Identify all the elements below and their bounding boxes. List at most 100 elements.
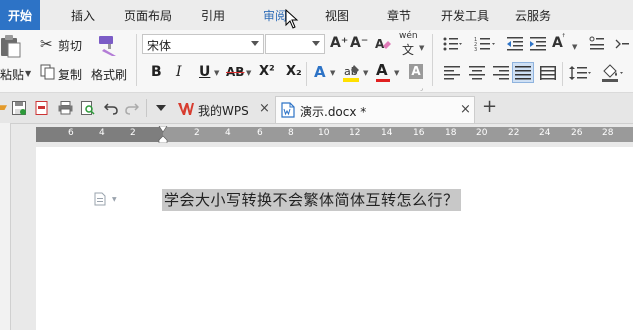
align-left-icon[interactable] — [444, 66, 460, 80]
text-effects-button[interactable]: A — [314, 63, 326, 81]
print-icon[interactable] — [58, 101, 73, 115]
paste-button[interactable] — [0, 34, 22, 58]
svg-text:A: A — [375, 37, 385, 51]
chevron-down-icon[interactable]: ▼ — [394, 69, 399, 77]
font-color-swatch — [376, 79, 390, 82]
scissors-icon[interactable]: ✂ — [40, 35, 53, 53]
align-right-icon[interactable] — [493, 66, 509, 80]
format-painter-icon[interactable] — [96, 34, 120, 58]
tab-section[interactable]: 章节 — [376, 0, 422, 30]
chevron-down-icon[interactable]: ▼ — [214, 69, 219, 77]
tab-insert[interactable]: 插入 — [60, 0, 106, 30]
tab-cloud-services[interactable]: 云服务 — [506, 0, 560, 30]
ruler-label: 4 — [99, 128, 105, 138]
subscript-button[interactable]: X₂ — [286, 64, 302, 79]
document-page[interactable]: ▼ 学会大小写转换不会繁体简体互转怎么行？ — [36, 147, 633, 330]
cut-button[interactable]: 剪切 — [58, 37, 82, 54]
character-shading-button[interactable]: A — [409, 64, 423, 79]
line-spacing-icon[interactable] — [569, 66, 591, 80]
strikethrough-button[interactable]: AB — [226, 65, 244, 79]
toolbar-separator — [146, 99, 147, 117]
close-icon[interactable]: × — [259, 101, 270, 116]
ribbon-separator — [306, 62, 307, 86]
close-icon[interactable]: × — [460, 102, 471, 117]
clipboard-icon — [1, 35, 21, 58]
shrink-font-button[interactable]: A⁻ — [350, 35, 368, 51]
phonetic-guide-button[interactable]: wén — [399, 31, 418, 41]
ruler-label: 18 — [445, 128, 457, 138]
new-tab-button[interactable]: + — [482, 96, 497, 117]
ruler-label: 2 — [194, 128, 200, 138]
paste-label: 粘贴 — [0, 68, 25, 82]
chevron-down-icon[interactable]: ▼ — [419, 44, 424, 52]
vertical-ruler[interactable] — [0, 123, 11, 330]
show-hide-marks-icon[interactable] — [614, 36, 630, 52]
ruler-label: 28 — [602, 128, 614, 138]
selected-text[interactable]: 学会大小写转换不会繁体简体互转怎么行？ — [162, 189, 461, 211]
justify-button[interactable] — [512, 62, 534, 83]
word-document-icon — [281, 102, 295, 118]
chevron-down-icon — [312, 41, 320, 46]
superscript-button[interactable]: X² — [259, 64, 275, 79]
ruler-label: 4 — [225, 128, 231, 138]
chevron-down-icon — [251, 41, 259, 46]
numbering-icon[interactable]: 1 2 3 — [474, 36, 496, 52]
ribbon-toolbar: 粘贴 ▼ ✂ 剪切 复制 格式刷 宋体 A⁺ A⁻ A wén 文 ▼ B I … — [0, 30, 633, 93]
chinese-layout-icon[interactable] — [589, 36, 605, 52]
paint-bucket-icon[interactable] — [600, 63, 624, 83]
tab-my-wps-label: 我的WPS — [198, 104, 249, 118]
tab-document[interactable]: 演示.docx * × — [275, 96, 475, 123]
copy-icon[interactable] — [40, 64, 56, 80]
highlighter-icon[interactable]: ab — [343, 63, 361, 83]
redo-icon[interactable] — [125, 101, 139, 115]
chevron-down-icon[interactable]: ▼ — [363, 69, 368, 77]
indent-marker-icon[interactable] — [158, 126, 168, 143]
print-preview-icon[interactable] — [81, 101, 95, 115]
customize-toolbar-arrow-icon[interactable] — [156, 105, 166, 111]
horizontal-ruler[interactable]: 6 4 2 2 4 6 8 10 12 14 16 18 20 22 24 26… — [36, 126, 633, 143]
bold-button[interactable]: B — [151, 64, 162, 80]
save-icon[interactable] — [12, 101, 26, 115]
ruler-label: 6 — [68, 128, 74, 138]
tab-developer-tools[interactable]: 开发工具 — [432, 0, 498, 30]
tab-references[interactable]: 引用 — [190, 0, 236, 30]
chevron-down-icon[interactable]: ▼ — [330, 69, 335, 77]
chevron-down-icon[interactable]: ▼ — [246, 69, 251, 77]
open-folder-icon[interactable]: ▰ — [0, 101, 7, 115]
font-dialog-launcher-icon[interactable]: ⌟ — [420, 85, 423, 92]
font-name-select[interactable]: 宋体 — [142, 34, 264, 54]
font-color-button[interactable]: A — [376, 61, 388, 79]
decrease-indent-icon[interactable] — [507, 36, 523, 52]
underline-button[interactable]: U — [199, 64, 210, 80]
format-painter-button[interactable]: 格式刷 — [91, 66, 127, 83]
tab-view[interactable]: 视图 — [314, 0, 360, 30]
chevron-down-icon[interactable]: ▼ — [112, 196, 117, 203]
italic-button[interactable]: I — [176, 64, 182, 80]
align-center-icon[interactable] — [469, 66, 485, 80]
ruler-label: 24 — [539, 128, 551, 138]
clear-formatting-icon[interactable]: A — [374, 36, 392, 52]
change-case-arrow-icon: ꜛ — [562, 33, 566, 43]
ruler-label: 2 — [130, 128, 136, 138]
tab-home[interactable]: 开始 — [0, 0, 40, 30]
ruler-label: 16 — [413, 128, 425, 138]
chevron-down-icon[interactable]: ▼ — [572, 43, 577, 51]
export-pdf-icon[interactable] — [35, 101, 49, 115]
ruler-label: 6 — [257, 128, 263, 138]
paste-dropdown-arrow-icon[interactable]: ▼ — [25, 69, 31, 78]
undo-icon[interactable] — [104, 101, 118, 115]
increase-indent-icon[interactable] — [530, 36, 546, 52]
menu-bar: 开始 插入 页面布局 引用 审阅 视图 章节 开发工具 云服务 — [0, 0, 633, 30]
wps-logo-icon — [178, 103, 194, 115]
bullets-icon[interactable] — [442, 36, 462, 52]
tab-my-wps[interactable]: 我的WPS × — [172, 96, 272, 123]
paragraph-layout-icon[interactable] — [94, 192, 106, 206]
font-size-select[interactable] — [265, 34, 325, 54]
tab-page-layout[interactable]: 页面布局 — [116, 0, 180, 30]
copy-button[interactable]: 复制 — [58, 66, 82, 83]
ribbon-separator — [432, 34, 433, 86]
distributed-align-icon[interactable] — [540, 66, 556, 80]
ruler-label: 14 — [381, 128, 393, 138]
tab-document-label: 演示.docx * — [300, 105, 367, 119]
grow-font-button[interactable]: A⁺ — [330, 35, 348, 51]
